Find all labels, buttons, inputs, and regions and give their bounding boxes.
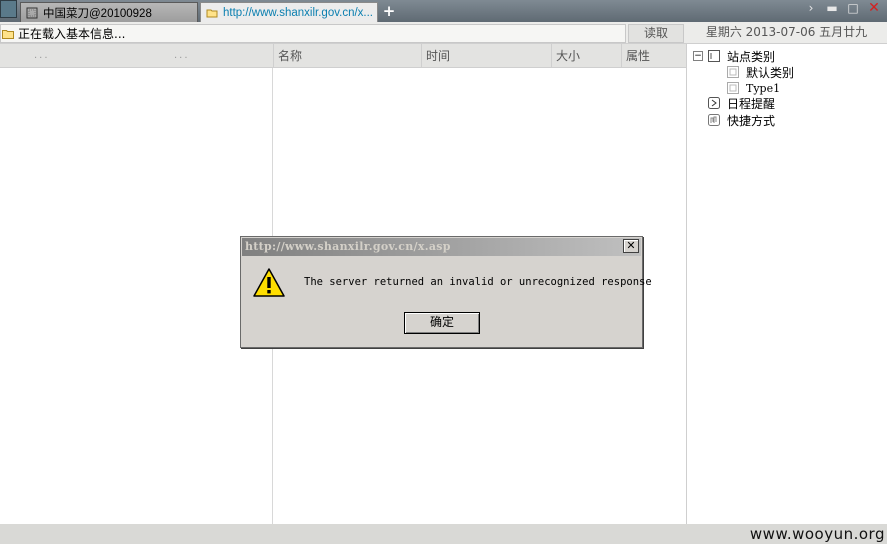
read-button[interactable]: 读取 [628,24,684,43]
column-header-size[interactable]: 大小 [551,44,621,68]
column-header-name[interactable]: 名称 [273,44,421,68]
date-display: 星期六 2013-07-06 五月廿九 [705,25,868,39]
tree-item-label: 日程提醒 [727,96,776,111]
tree-item-label: 默认类别 [746,65,795,80]
ok-button[interactable]: 确定 [404,312,480,334]
tree-item-default-category[interactable]: 默认类别 [727,64,794,80]
column-header-dots: ... [34,50,50,61]
folder-icon [206,9,218,17]
file-list-header: ... ... 名称 时间 大小 属性 [0,44,687,68]
shortcut-icon [708,114,720,126]
bottom-status-bar: www.wooyun.org [0,524,887,544]
chevron-right-icon[interactable]: › [803,0,819,18]
tab-chopper[interactable]: 中国菜刀@20100928 [20,2,198,22]
category-icon [708,50,720,62]
dialog-titlebar[interactable]: http://www.shanxilr.gov.cn/x.asp ✕ [242,238,641,256]
tab-bar: 中国菜刀@20100928 http://www.shanxilr.gov.cn… [0,0,887,22]
dialog-title: http://www.shanxilr.gov.cn/x.asp [245,240,451,253]
dialog-message: The server returned an invalid or unreco… [304,276,652,288]
add-tab-button[interactable]: + [382,2,396,20]
status-toolbar: 正在载入基本信息... 读取 星期六 2013-07-06 五月廿九 [0,22,887,44]
category-icon [727,66,739,78]
close-window-button[interactable]: ✕ [866,0,882,18]
watermark-text: www.wooyun.org [749,525,885,543]
clock-icon [708,97,720,109]
warning-icon [253,268,285,297]
folder-icon [2,29,14,39]
status-text: 正在载入基本信息... [18,27,126,41]
maximize-button[interactable]: □ [845,0,861,18]
column-header-dots: ... [174,50,190,61]
collapse-icon[interactable]: − [693,51,703,61]
tab-label: http://www.shanxilr.gov.cn/x... [223,6,373,19]
error-dialog: http://www.shanxilr.gov.cn/x.asp ✕ The s… [240,236,652,348]
site-category-pane: − 站点类别 默认类别 Type1 日程提醒 快捷方式 [686,44,887,524]
tree-item-site-category[interactable]: − 站点类别 [693,48,775,64]
status-bar: 正在载入基本信息... [0,24,626,43]
tree-item-label: 站点类别 [727,49,776,64]
directory-tree-pane[interactable] [0,68,273,524]
tree-item-label: 快捷方式 [727,113,776,128]
tree-item-shortcuts[interactable]: 快捷方式 [708,112,775,128]
window-icon [26,7,38,18]
column-header-attributes[interactable]: 属性 [621,44,687,68]
tree-item-schedule[interactable]: 日程提醒 [708,95,775,111]
tab-label: 中国菜刀@20100928 [43,7,152,20]
tree-item-label: Type1 [746,81,781,95]
minimize-button[interactable]: ▬ [824,0,840,18]
category-icon [727,82,739,94]
dialog-close-button[interactable]: ✕ [623,239,639,253]
tab-site-url[interactable]: http://www.shanxilr.gov.cn/x... [200,2,378,22]
column-header-time[interactable]: 时间 [421,44,551,68]
app-menu-icon[interactable] [0,0,17,18]
